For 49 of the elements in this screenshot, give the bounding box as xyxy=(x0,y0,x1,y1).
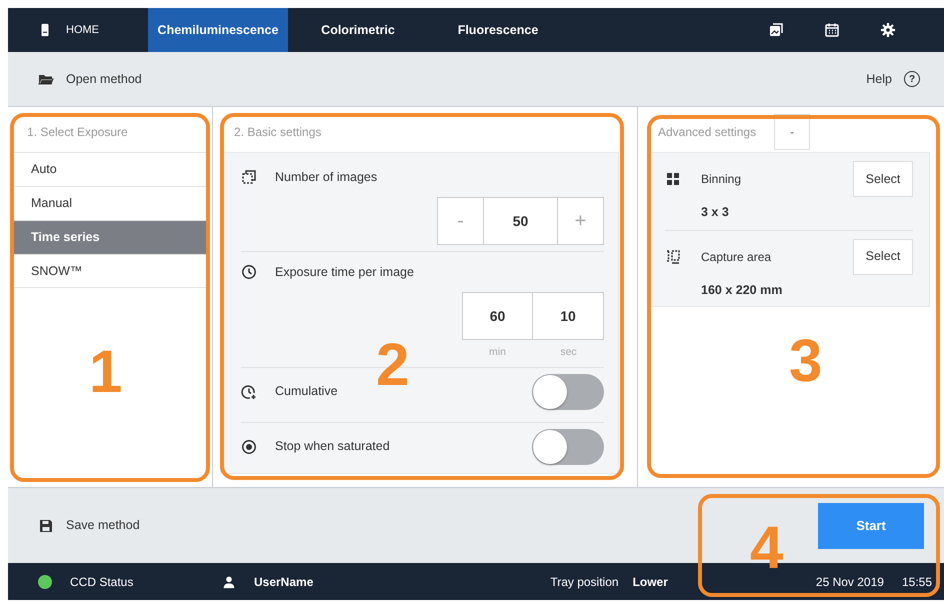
select-button[interactable]: Select xyxy=(853,161,913,197)
save-method-button[interactable]: Save method xyxy=(38,516,140,535)
open-method-button[interactable]: Open method xyxy=(38,70,142,88)
panel-title: 1. Select Exposure xyxy=(26,124,129,141)
callout-number: 2 xyxy=(376,335,410,395)
user-name: UserName xyxy=(254,574,314,590)
status-label: Tray position xyxy=(550,574,619,590)
tray-value: Lower xyxy=(632,574,668,590)
clock-plus-icon xyxy=(241,384,257,400)
floppy-icon xyxy=(38,518,54,534)
status-time: 15:55 xyxy=(902,574,932,590)
toggle-switch[interactable] xyxy=(532,428,604,465)
help-button[interactable]: Help ? xyxy=(866,70,920,88)
setting-label: Number of images xyxy=(275,168,378,186)
time-field[interactable]: 10 xyxy=(533,292,604,340)
setting-label: Capture area xyxy=(701,248,772,266)
panel-title: 2. Basic settings xyxy=(233,124,322,141)
setting-label: Stop when saturated xyxy=(275,438,390,456)
setting-value: 3 x 3 xyxy=(701,205,729,219)
status-date: 25 Nov 2019 xyxy=(816,574,884,590)
status-label: CCD Status xyxy=(70,574,134,590)
home-tab[interactable]: HOME xyxy=(8,8,148,52)
setting-label: Exposure time per image xyxy=(275,264,414,281)
clock-icon xyxy=(241,264,257,280)
time-field[interactable]: 60 xyxy=(462,292,533,340)
nav-tab[interactable]: Chemiluminescence xyxy=(148,8,288,52)
unit-label: sec xyxy=(560,346,577,358)
gallery-icon[interactable] xyxy=(768,22,784,38)
callout-number: 3 xyxy=(789,331,822,391)
unit-label: min xyxy=(489,346,506,358)
stack-icon xyxy=(241,169,257,185)
exposure-option[interactable]: SNOW™ xyxy=(13,254,207,288)
select-button[interactable]: Select xyxy=(853,238,913,275)
callout-number: 1 xyxy=(89,342,122,402)
radio-icon xyxy=(241,438,257,455)
nav-tab[interactable]: Colorimetric xyxy=(288,8,428,52)
user-icon xyxy=(222,574,236,588)
crop-area-icon xyxy=(665,248,681,265)
toggle-switch[interactable] xyxy=(532,374,604,410)
setting-label: Cumulative xyxy=(275,383,338,400)
nav-tab[interactable]: Fluorescence xyxy=(428,8,568,52)
setting-value: 160 x 220 mm xyxy=(701,282,782,297)
calendar-icon[interactable] xyxy=(824,22,840,38)
settings-icon[interactable] xyxy=(880,22,896,38)
panel-title: Advanced settings xyxy=(657,124,756,141)
setting-label: Binning xyxy=(701,171,742,188)
number-field[interactable]: 50 xyxy=(484,197,557,245)
exposure-option[interactable]: Time series xyxy=(13,220,207,254)
grid-icon xyxy=(665,171,681,187)
